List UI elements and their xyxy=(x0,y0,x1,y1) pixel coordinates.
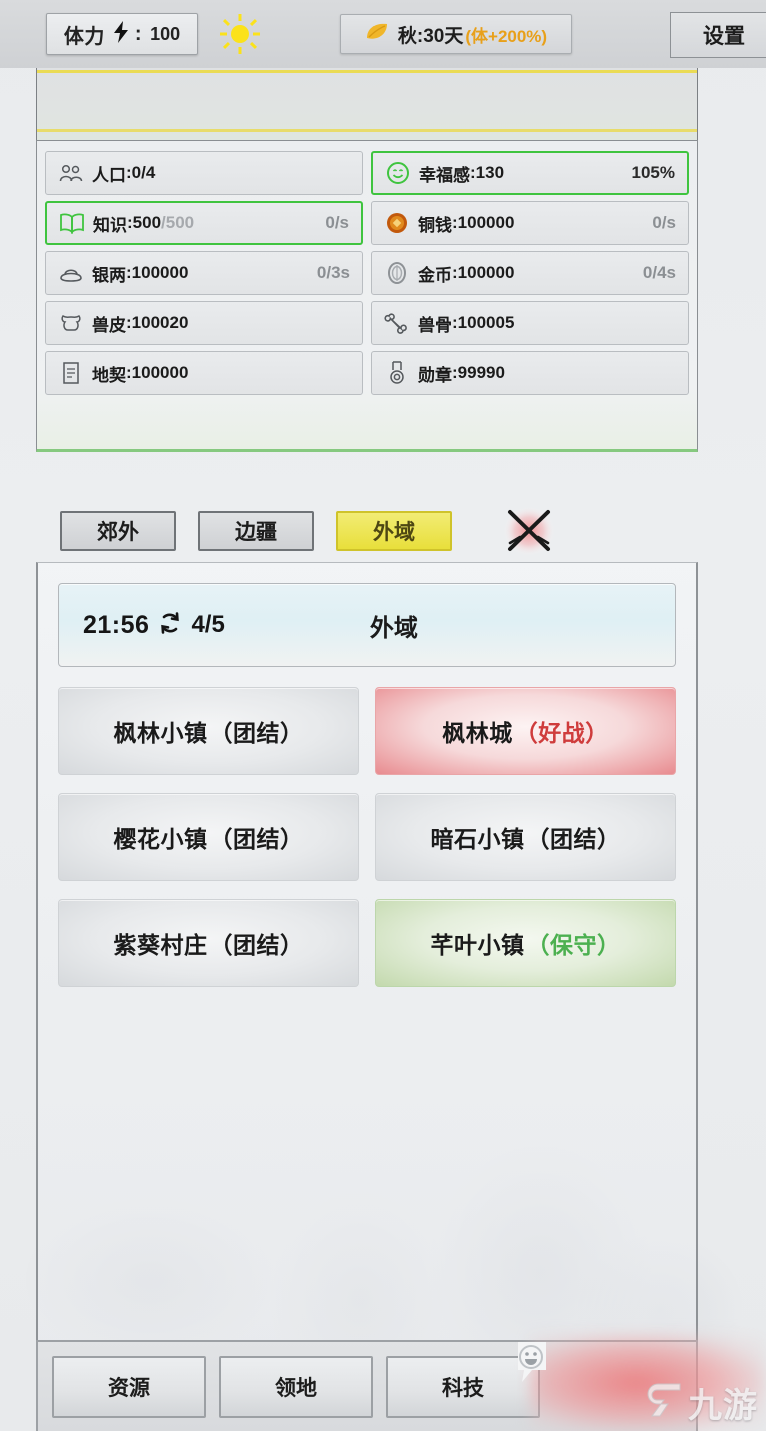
resource-name: 银两 xyxy=(92,265,126,285)
resource-value: 0/4 xyxy=(131,163,156,182)
leaf-icon xyxy=(365,22,389,47)
resource-row-silver[interactable]: 银两 : 100000 0/3s xyxy=(45,251,363,295)
location-stance: （团结） xyxy=(209,720,304,746)
event-banner-panel xyxy=(36,68,698,140)
beast-hide-icon xyxy=(58,310,84,336)
resource-value: 100000 xyxy=(457,263,515,282)
region-timer-bar: 21:56 4/5 外域 xyxy=(58,583,676,667)
resource-name: 勋章 xyxy=(418,365,452,385)
sun-icon xyxy=(220,14,260,54)
region-tab-row: 郊外 边疆 外域 xyxy=(36,500,698,562)
resource-name: 幸福感 xyxy=(419,165,470,185)
location-name: 紫葵村庄 xyxy=(113,932,208,958)
top-status-bar: 体力 : 100 秋:30天 (体+200%) 设置 xyxy=(0,0,766,68)
nav-button-territory[interactable]: 领地 xyxy=(219,1355,373,1418)
timer-clock: 21:56 xyxy=(83,610,150,639)
resource-row-happiness[interactable]: 幸福感 : 130 105% xyxy=(371,151,689,195)
timer-region-label: 外域 xyxy=(369,614,418,642)
population-icon xyxy=(58,160,84,186)
land-deed-icon xyxy=(58,360,84,386)
stamina-value: 100 xyxy=(150,23,181,44)
location-card[interactable]: 枫林城 （好战） xyxy=(375,687,676,775)
location-card[interactable]: 樱花小镇 （团结） xyxy=(58,793,359,881)
resource-name: 人口 xyxy=(92,165,126,185)
location-stance: （保守） xyxy=(526,932,621,958)
location-stance: （团结） xyxy=(209,826,304,852)
bone-icon xyxy=(384,310,410,336)
location-name: 暗石小镇 xyxy=(430,826,525,852)
resource-rate: 0/3s xyxy=(316,263,350,282)
location-card[interactable]: 芊叶小镇 （保守） xyxy=(375,899,676,987)
tab-frontier[interactable]: 边疆 xyxy=(198,511,314,551)
resource-row-bone[interactable]: 兽骨 : 100005 xyxy=(371,301,689,345)
lightning-bolt-icon xyxy=(113,20,129,48)
stamina-separator: : xyxy=(134,22,143,45)
site-watermark: 九游 xyxy=(646,1378,758,1427)
timer-count: 4/5 xyxy=(191,611,225,638)
resource-rate: 0/s xyxy=(325,213,349,232)
location-card[interactable]: 紫葵村庄 （团结） xyxy=(58,899,359,987)
location-card[interactable]: 暗石小镇 （团结） xyxy=(375,793,676,881)
season-bonus: (体+200%) xyxy=(465,26,548,46)
resource-name: 知识 xyxy=(93,215,127,235)
location-name: 樱花小镇 xyxy=(113,826,208,852)
resource-value: 100000 xyxy=(131,263,189,282)
happiness-face-icon xyxy=(385,160,411,186)
tab-outland[interactable]: 外域 xyxy=(336,511,452,551)
resource-row-population[interactable]: 人口 : 0/4 xyxy=(45,151,363,195)
resource-value: 130 xyxy=(475,163,505,182)
location-stance: （团结） xyxy=(526,826,621,852)
watermark-text: 九游 xyxy=(688,1387,758,1425)
stamina-label: 体力 xyxy=(63,25,105,48)
resource-value: 500 xyxy=(132,213,162,232)
resource-panel: 人口 : 0/4 幸福感 : 130 105% 知识: 500 /500 0/… xyxy=(36,140,698,452)
resource-name: 兽骨 xyxy=(418,315,452,335)
resource-value: 100000 xyxy=(457,213,515,232)
location-grid: 枫林小镇 （团结） 枫林城 （好战） 樱花小镇 （团结） 暗石小镇 （团结） 紫… xyxy=(58,687,676,987)
resource-row-gold[interactable]: 金币 : 100000 0/4s xyxy=(371,251,689,295)
resource-rate: 0/4s xyxy=(642,263,676,282)
resource-value: 100000 xyxy=(131,363,189,382)
gold-coin-icon xyxy=(384,260,410,286)
region-content-panel: 21:56 4/5 外域 枫林小镇 （团结） 枫林城 （好战） 樱花小镇 （团结… xyxy=(36,562,698,1340)
resource-row-knowledge[interactable]: 知识 : 500 /500 0/s xyxy=(45,201,363,245)
nav-button-resources[interactable]: 资源 xyxy=(52,1355,206,1418)
resource-row-medal[interactable]: 勋章 : 99990 xyxy=(371,351,689,395)
resource-name: 兽皮 xyxy=(92,315,126,335)
game-screen: 体力 : 100 秋:30天 (体+200%) 设置 人口: 0/4 幸福感 … xyxy=(0,0,766,1431)
resource-value: 100020 xyxy=(131,313,189,332)
location-name: 枫林小镇 xyxy=(113,720,208,746)
resource-row-deed[interactable]: 地契 : 100000 xyxy=(45,351,363,395)
season-display: 秋:30天 (体+200%) xyxy=(340,14,572,54)
refresh-icon[interactable] xyxy=(158,611,182,640)
crossed-swords-icon[interactable] xyxy=(498,501,560,561)
medal-icon xyxy=(384,360,410,386)
location-name: 枫林城 xyxy=(442,720,513,746)
location-name: 芊叶小镇 xyxy=(430,932,525,958)
copper-coin-icon xyxy=(384,210,410,236)
location-stance: （团结） xyxy=(209,932,304,958)
location-card[interactable]: 枫林小镇 （团结） xyxy=(58,687,359,775)
resource-max: /500 xyxy=(161,213,195,232)
resource-value: 100005 xyxy=(457,313,515,332)
smiley-chat-icon[interactable] xyxy=(512,1340,558,1402)
resource-row-hide[interactable]: 兽皮 : 100020 xyxy=(45,301,363,345)
watermark-logo-icon xyxy=(646,1380,688,1425)
resource-name: 金币 xyxy=(418,265,452,285)
book-icon xyxy=(59,210,85,236)
tab-suburb[interactable]: 郊外 xyxy=(60,511,176,551)
resource-rate: 0/s xyxy=(652,213,676,232)
location-stance: （好战） xyxy=(514,720,609,746)
stamina-display: 体力 : 100 xyxy=(46,13,198,55)
resource-grid: 人口 : 0/4 幸福感 : 130 105% 知识: 500 /500 0/… xyxy=(45,151,689,395)
season-text: 秋:30天 xyxy=(397,25,464,47)
resource-name: 铜钱 xyxy=(418,215,452,235)
resource-value: 99990 xyxy=(457,363,505,382)
resource-row-copper[interactable]: 铜钱 : 100000 0/s xyxy=(371,201,689,245)
resource-rate: 105% xyxy=(631,163,675,182)
resource-name: 地契 xyxy=(92,365,126,385)
settings-button[interactable]: 设置 xyxy=(670,12,766,58)
silver-ingot-icon xyxy=(58,260,84,286)
